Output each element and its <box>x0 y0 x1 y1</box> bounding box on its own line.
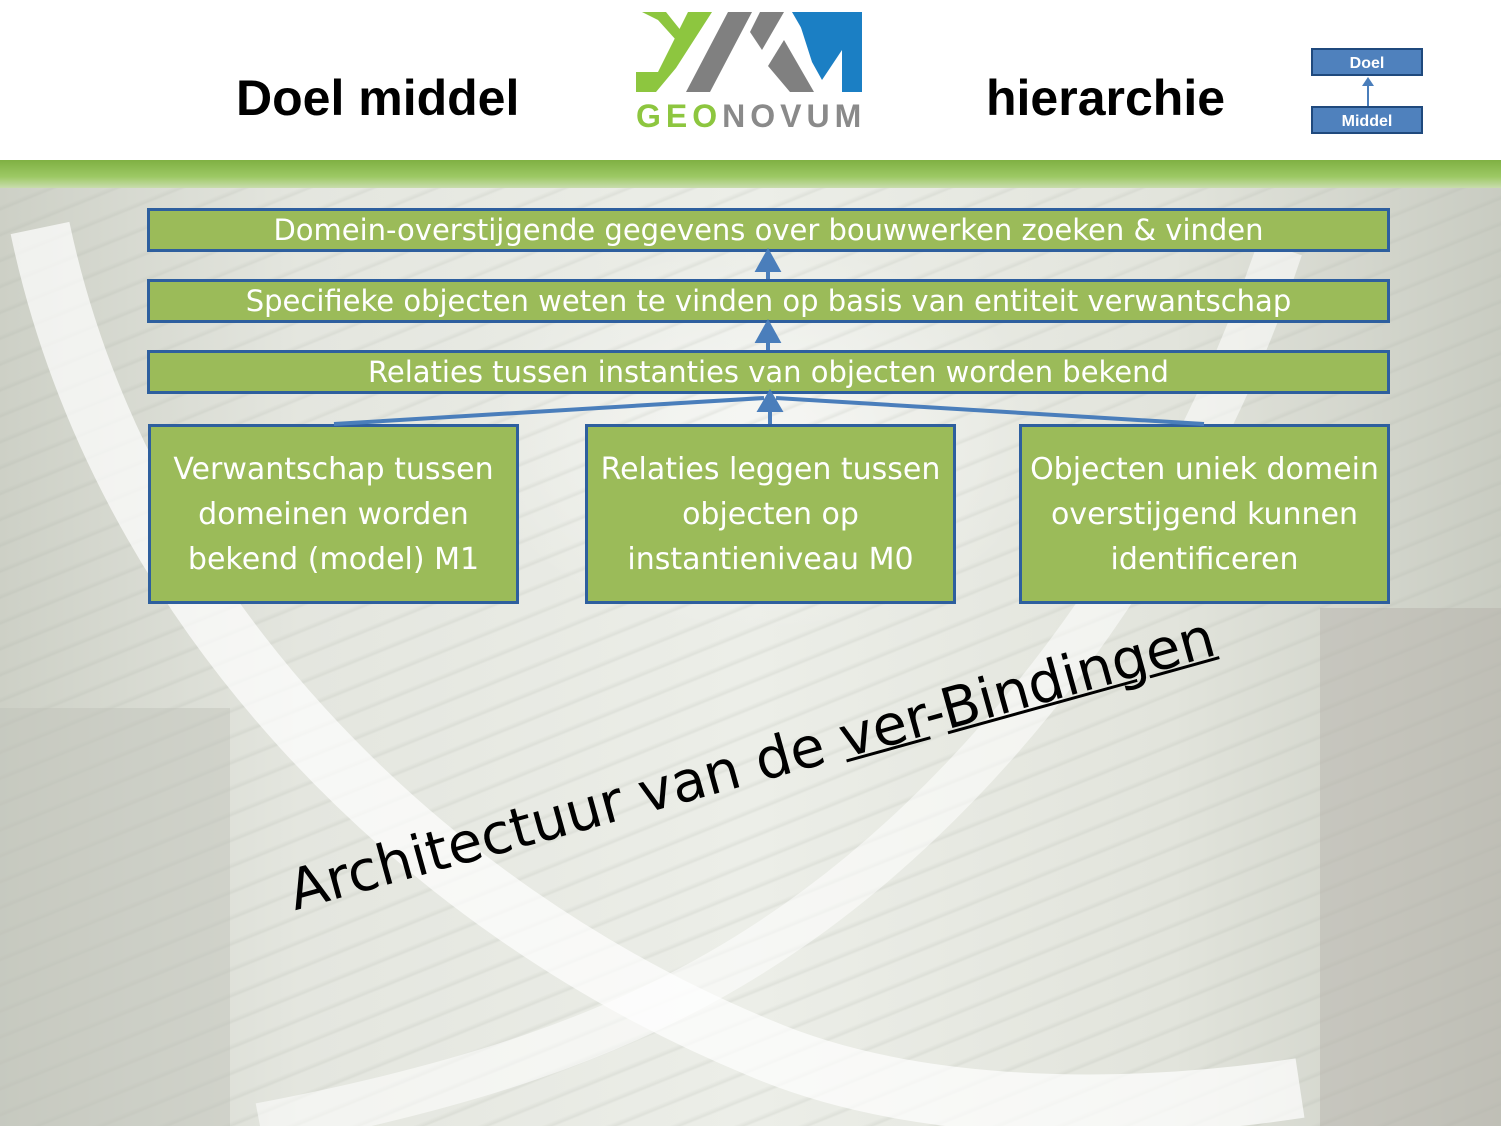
green-divider-band <box>0 160 1501 188</box>
geonovum-wordmark: GEONOVUM <box>636 98 868 134</box>
mini-doel-box: Doel <box>1311 48 1423 76</box>
means-box-2-text: Relaties leggen tussen objecten op insta… <box>600 451 941 577</box>
means-box-3-text: Objecten uniek domein overstijgend kunne… <box>1030 451 1379 577</box>
goal-level-3: Relaties tussen instanties van objecten … <box>147 350 1390 394</box>
slide-header: Doel middel GEONOVUM hierarchie Doel Mid… <box>0 0 1501 160</box>
title-hierarchie: hierarchie <box>986 70 1226 126</box>
goal-level-1: Domein-overstijgende gegevens over bouww… <box>147 208 1390 252</box>
title-doel-middel: Doel middel <box>236 70 520 126</box>
geonovum-logo-mark-icon <box>636 12 862 92</box>
means-box-2: Relaties leggen tussen objecten op insta… <box>585 424 956 604</box>
means-box-1: Verwantschap tussen domeinen worden beke… <box>148 424 519 604</box>
bridge-arc-shapes <box>0 221 1501 1126</box>
background-bridge-photo <box>0 188 1501 1126</box>
mini-up-arrow-icon <box>1362 77 1374 106</box>
logo-geo-text: GEO <box>636 98 723 134</box>
logo-novum-text: NOVUM <box>722 98 867 134</box>
means-box-1-text: Verwantschap tussen domeinen worden beke… <box>173 451 494 577</box>
goal-level-2: Specifieke objecten weten te vinden op b… <box>147 279 1390 323</box>
mini-middel-box: Middel <box>1311 106 1423 134</box>
geonovum-logo: GEONOVUM <box>636 10 868 134</box>
means-box-3: Objecten uniek domein overstijgend kunne… <box>1019 424 1390 604</box>
